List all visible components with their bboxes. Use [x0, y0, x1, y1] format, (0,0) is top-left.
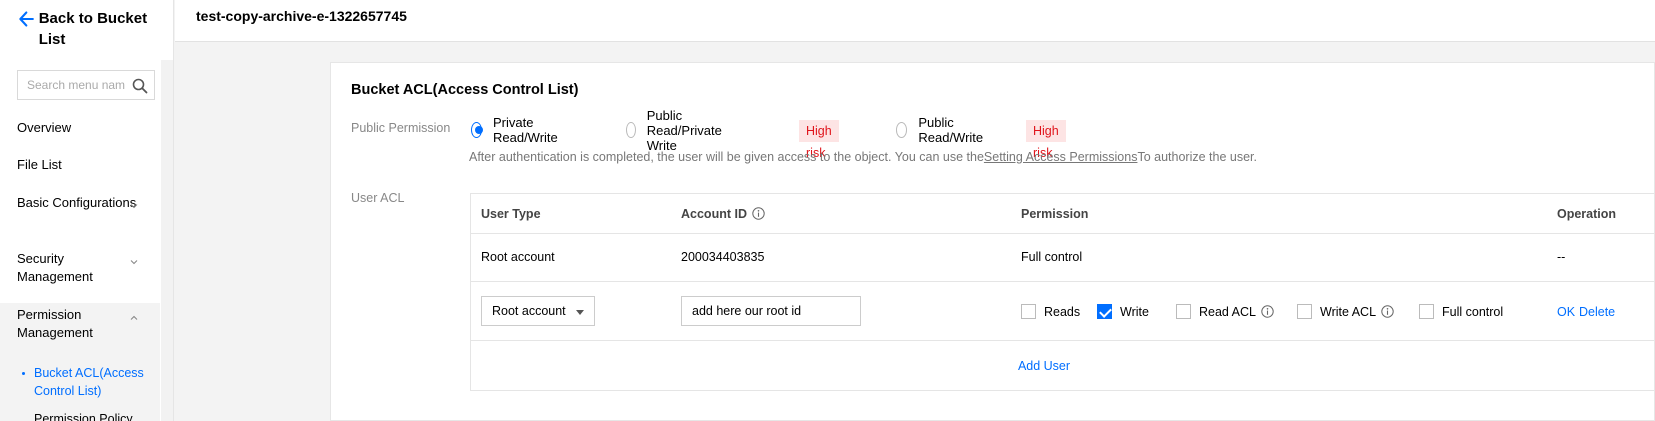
info-icon[interactable] [752, 207, 765, 220]
radio-label: Public Read/Write [918, 115, 984, 145]
checkbox-box[interactable] [1297, 304, 1312, 319]
sidebar: Back to Bucket List Overview File List B… [0, 0, 174, 421]
checkbox-reads[interactable]: Reads [1021, 304, 1080, 319]
table-edit-row: Root account Reads Write Read ACL Write … [471, 282, 1655, 341]
user-acl-table: User Type Account ID Permission Operatio… [470, 193, 1655, 391]
column-header-permission: Permission [1021, 207, 1089, 221]
checkbox-box[interactable] [1021, 304, 1036, 319]
add-user-row: Add User [471, 359, 1655, 373]
checkbox-box[interactable] [1176, 304, 1191, 319]
checkbox-write[interactable]: Write [1097, 304, 1149, 319]
permission-hint: After authentication is completed, the u… [469, 150, 1257, 164]
sidebar-subitem-permission-policy[interactable]: Permission Policy [34, 410, 149, 421]
user-type-select[interactable]: Root account [481, 296, 595, 326]
radio-dot[interactable] [626, 122, 636, 138]
table-header-row: User Type Account ID Permission Operatio… [471, 194, 1655, 234]
checkbox-label: Reads [1044, 304, 1081, 319]
user-type-select-value: Root account [492, 304, 566, 318]
bucket-title: test-copy-archive-e-1322657745 [196, 8, 407, 24]
chevron-down-icon[interactable] [130, 259, 138, 265]
chevron-down-icon[interactable] [130, 203, 138, 209]
checkbox-write-acl[interactable]: Write ACL [1297, 304, 1394, 319]
card-title: Bucket ACL(Access Control List) [351, 82, 579, 98]
public-permission-label: Public Permission [351, 121, 451, 135]
sidebar-item-security-management[interactable]: Security Management [17, 250, 142, 286]
add-user-button[interactable]: Add User [1018, 359, 1070, 373]
bucket-acl-card: Bucket ACL(Access Control List) Public P… [330, 62, 1655, 421]
sidebar-item-permission-management[interactable]: Permission Management [17, 306, 142, 342]
column-header-account-id: Account ID [681, 207, 765, 221]
account-id-label: Account ID [681, 207, 747, 221]
sidebar-subitem-bucket-acl[interactable]: Bucket ACL(Access Control List) [34, 364, 149, 400]
back-to-bucket-list-button[interactable]: Back to Bucket List [18, 8, 168, 50]
caret-down-icon [576, 310, 584, 315]
sidebar-item-overview[interactable]: Overview [17, 119, 142, 137]
radio-dot[interactable] [896, 122, 908, 138]
menu-search[interactable] [17, 70, 155, 100]
radio-public-read-private-write[interactable]: Public Read/Private Write [626, 108, 728, 153]
high-risk-badge: High risk [1026, 120, 1066, 160]
radio-dot-selected[interactable] [471, 122, 483, 138]
cell-account-id: 200034403835 [681, 250, 765, 264]
user-acl-label: User ACL [351, 191, 405, 205]
account-id-input[interactable] [681, 296, 861, 326]
radio-label: Public Read/Private Write [646, 107, 722, 153]
info-icon[interactable] [1261, 305, 1274, 318]
radio-public-read-write[interactable]: Public Read/Write [896, 115, 988, 145]
search-icon[interactable] [132, 78, 148, 94]
checkbox-read-acl[interactable]: Read ACL [1176, 304, 1274, 319]
checkbox-label: Full control [1442, 304, 1504, 319]
checkbox-label: Write ACL [1320, 304, 1377, 319]
checkbox-full-control[interactable]: Full control [1419, 304, 1503, 319]
high-risk-badge: High risk [799, 120, 839, 160]
column-header-operation: Operation [1557, 207, 1617, 221]
back-label: Back to Bucket List [38, 10, 148, 48]
sidebar-item-file-list[interactable]: File List [17, 156, 142, 174]
checkbox-label: Read ACL [1199, 304, 1256, 319]
menu-search-input[interactable] [27, 78, 127, 92]
table-row: Root account 200034403835 Full control -… [471, 234, 1655, 282]
radio-private-read-write[interactable]: Private Read/Write [471, 115, 563, 145]
delete-button[interactable]: Delete [1579, 305, 1615, 319]
hint-suffix: To authorize the user. [1137, 150, 1257, 164]
radio-label: Private Read/Write [492, 115, 558, 145]
active-bullet [22, 372, 25, 375]
cell-permission: Full control [1021, 250, 1083, 264]
chevron-up-icon[interactable] [130, 315, 138, 321]
arrow-left-icon [19, 11, 34, 27]
checkbox-box-checked[interactable] [1097, 304, 1112, 319]
sidebar-item-basic-configurations[interactable]: Basic Configurations [17, 194, 142, 212]
cell-user-type: Root account [481, 250, 555, 264]
page-header: test-copy-archive-e-1322657745 [175, 0, 1655, 42]
sidebar-scrollbar[interactable] [161, 60, 173, 421]
checkbox-box[interactable] [1419, 304, 1434, 319]
hint-prefix: After authentication is completed, the u… [469, 150, 984, 164]
ok-button[interactable]: OK [1557, 305, 1575, 319]
cell-operation: -- [1557, 250, 1566, 264]
setting-access-permissions-link[interactable]: Setting Access Permissions [984, 150, 1138, 164]
info-icon[interactable] [1381, 305, 1394, 318]
checkbox-label: Write [1120, 304, 1149, 319]
column-header-user-type: User Type [481, 207, 541, 221]
